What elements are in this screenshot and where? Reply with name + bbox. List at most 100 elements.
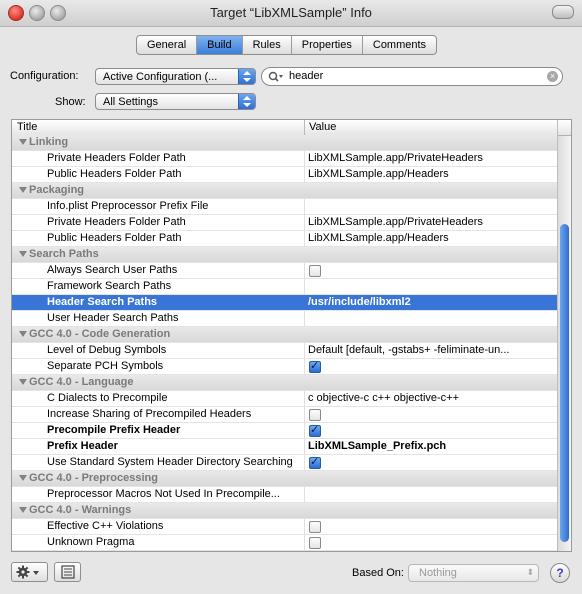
setting-title: Private Headers Folder Path: [47, 216, 186, 228]
setting-value[interactable]: LibXMLSample_Prefix.pch: [308, 440, 556, 452]
table-row[interactable]: Preprocessor Macros Not Used In Precompi…: [12, 487, 559, 503]
setting-value[interactable]: LibXMLSample.app/PrivateHeaders: [308, 152, 556, 164]
search-input[interactable]: header: [289, 70, 323, 82]
toolbar-toggle-button[interactable]: [552, 5, 574, 19]
configuration-value: Active Configuration (...: [103, 71, 218, 83]
table-row[interactable]: Unknown Pragma: [12, 535, 559, 551]
group-title: Search Paths: [19, 248, 274, 260]
group-title: Packaging: [19, 184, 274, 196]
setting-value[interactable]: c objective-c c++ objective-c++: [308, 392, 556, 404]
group-title: GCC 4.0 - Language: [19, 376, 274, 388]
group-header-row[interactable]: Search Paths: [12, 247, 559, 263]
group-title: GCC 4.0 - Code Generation: [19, 328, 274, 340]
setting-title: Increase Sharing of Precompiled Headers: [47, 408, 252, 420]
tab-general[interactable]: General: [137, 36, 198, 54]
disclosure-triangle-icon[interactable]: [19, 187, 27, 194]
search-field[interactable]: header ×: [261, 67, 563, 86]
table-row[interactable]: Separate PCH Symbols: [12, 359, 559, 375]
table-row[interactable]: Public Headers Folder Path LibXMLSample.a…: [12, 231, 559, 247]
group-header-row[interactable]: Packaging: [12, 183, 559, 199]
table-row[interactable]: Info.plist Preprocessor Prefix File: [12, 199, 559, 215]
help-button[interactable]: ?: [550, 563, 570, 583]
table-row[interactable]: Precompile Prefix Header: [12, 423, 559, 439]
table-row[interactable]: User Header Search Paths: [12, 311, 559, 327]
tab-rules[interactable]: Rules: [243, 36, 292, 54]
settings-list-button[interactable]: [54, 562, 81, 582]
column-header-title[interactable]: Title: [17, 121, 37, 133]
setting-value[interactable]: Default [default, -gstabs+ -feliminate-u…: [308, 344, 556, 356]
setting-value[interactable]: /usr/include/libxml2: [308, 296, 556, 308]
group-label: Search Paths: [29, 248, 99, 260]
disclosure-triangle-icon[interactable]: [19, 379, 27, 386]
table-row[interactable]: Prefix Header LibXMLSample_Prefix.pch: [12, 439, 559, 455]
setting-checkbox[interactable]: [309, 423, 321, 437]
group-header-row[interactable]: Linking: [12, 135, 559, 151]
action-menu-button[interactable]: [11, 562, 48, 582]
show-label: Show:: [55, 96, 86, 108]
tab-comments[interactable]: Comments: [363, 36, 436, 54]
setting-checkbox[interactable]: [309, 537, 321, 549]
setting-checkbox[interactable]: [309, 455, 321, 469]
table-row[interactable]: Effective C++ Violations: [12, 519, 559, 535]
table-row[interactable]: Private Headers Folder Path LibXMLSample.…: [12, 151, 559, 167]
group-label: Linking: [29, 136, 69, 148]
table-row[interactable]: Always Search User Paths: [12, 263, 559, 279]
target-info-window: Target “LibXMLSample” Info General Build…: [0, 0, 582, 594]
setting-checkbox[interactable]: [309, 359, 321, 373]
table-row[interactable]: Level of Debug Symbols Default [default, …: [12, 343, 559, 359]
table-row[interactable]: Framework Search Paths: [12, 279, 559, 295]
table-row[interactable]: C Dialects to Precompile c objective-c c+…: [12, 391, 559, 407]
disclosure-triangle-icon[interactable]: [19, 507, 27, 514]
popup-arrows-icon: [238, 69, 255, 84]
setting-title: Unknown Pragma: [47, 536, 135, 548]
clear-search-icon[interactable]: ×: [547, 71, 558, 82]
gear-icon: [16, 565, 39, 579]
setting-checkbox[interactable]: [309, 265, 321, 277]
column-header-value[interactable]: Value: [309, 121, 336, 133]
show-popup[interactable]: All Settings: [95, 93, 256, 110]
setting-title: Precompile Prefix Header: [47, 424, 181, 436]
group-label: GCC 4.0 - Code Generation: [29, 328, 171, 340]
setting-title: User Header Search Paths: [47, 312, 179, 324]
group-header-row[interactable]: GCC 4.0 - Code Generation: [12, 327, 559, 343]
setting-title: Info.plist Preprocessor Prefix File: [47, 200, 209, 212]
based-on-popup[interactable]: Nothing ⬍: [408, 564, 539, 582]
table-row[interactable]: Use Standard System Header Directory Sea…: [12, 455, 559, 471]
list-icon: [61, 565, 75, 579]
table-row[interactable]: Public Headers Folder Path LibXMLSample.a…: [12, 167, 559, 183]
setting-title: Use Standard System Header Directory Sea…: [47, 456, 293, 468]
setting-title: C Dialects to Precompile: [47, 392, 168, 404]
group-header-row[interactable]: GCC 4.0 - Preprocessing: [12, 471, 559, 487]
vertical-scrollbar[interactable]: [557, 120, 571, 551]
setting-value[interactable]: LibXMLSample.app/Headers: [308, 232, 556, 244]
group-label: GCC 4.0 - Language: [29, 376, 134, 388]
scrollbar-thumb[interactable]: [560, 224, 569, 542]
disclosure-triangle-icon[interactable]: [19, 475, 27, 482]
setting-checkbox[interactable]: [309, 409, 321, 421]
setting-checkbox[interactable]: [309, 521, 321, 533]
title-bar[interactable]: Target “LibXMLSample” Info: [0, 0, 582, 27]
table-header: Title Value: [12, 120, 559, 136]
tab-bar: General Build Rules Properties Comments: [136, 35, 438, 55]
disclosure-triangle-icon[interactable]: [19, 331, 27, 338]
window-title: Target “LibXMLSample” Info: [210, 5, 372, 20]
build-settings-table: Title Value Linking Private Headers Folde…: [11, 119, 572, 552]
setting-value[interactable]: LibXMLSample.app/PrivateHeaders: [308, 216, 556, 228]
table-row-selected[interactable]: Header Search Paths/usr/include/libxml2: [12, 295, 559, 311]
tab-properties[interactable]: Properties: [292, 36, 363, 54]
group-header-row[interactable]: GCC 4.0 - Warnings: [12, 503, 559, 519]
configuration-label: Configuration:: [10, 70, 79, 82]
tab-build[interactable]: Build: [197, 36, 243, 54]
setting-title: Prefix Header: [47, 440, 118, 452]
table-row[interactable]: Increase Sharing of Precompiled Headers: [12, 407, 559, 423]
disclosure-triangle-icon[interactable]: [19, 251, 27, 258]
group-header-row[interactable]: GCC 4.0 - Language: [12, 375, 559, 391]
table-row[interactable]: Private Headers Folder Path LibXMLSample.…: [12, 215, 559, 231]
setting-title: Public Headers Folder Path: [47, 168, 182, 180]
setting-title: Separate PCH Symbols: [47, 360, 164, 372]
setting-value[interactable]: LibXMLSample.app/Headers: [308, 168, 556, 180]
disclosure-triangle-icon[interactable]: [19, 139, 27, 146]
setting-title: Private Headers Folder Path: [47, 152, 186, 164]
configuration-popup[interactable]: Active Configuration (...: [95, 68, 256, 85]
setting-title: Preprocessor Macros Not Used In Precompi…: [47, 488, 280, 500]
